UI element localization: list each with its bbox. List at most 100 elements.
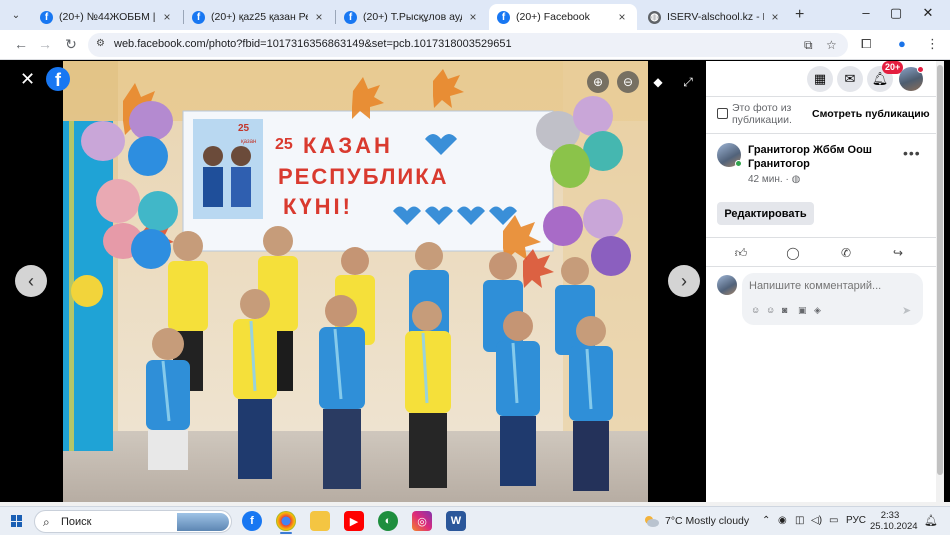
browser-toolbar: ← → ↻ ⚙ web.facebook.com/photo?fbid=1017… <box>0 30 950 60</box>
banner-small-number: 25 <box>238 123 250 134</box>
view-post-link[interactable]: Смотреть публикацию <box>812 108 930 120</box>
divider <box>706 266 936 267</box>
panel-scrollbar[interactable] <box>936 61 944 502</box>
close-tab-icon[interactable]: × <box>615 10 629 24</box>
cloudy-weather-icon[interactable] <box>643 514 659 528</box>
scrollbar-thumb[interactable] <box>937 65 943 475</box>
close-window-button[interactable]: ✕ <box>918 5 938 21</box>
close-tab-icon[interactable]: × <box>312 10 326 24</box>
forward-icon[interactable]: → <box>36 36 54 52</box>
extensions-icon[interactable]: ⧠ <box>861 36 871 52</box>
taskbar-search-box[interactable]: ⌕ Поиск <box>34 510 232 533</box>
messenger-icon[interactable]: ✉ <box>837 66 863 92</box>
photo-from-post-text: Это фото из публикации. <box>732 102 792 126</box>
whatsapp-share-icon[interactable]: ✆ <box>839 246 853 260</box>
facebook-app-icon[interactable]: f <box>242 511 262 531</box>
edit-button[interactable]: Редактировать <box>717 202 814 225</box>
divider <box>706 96 936 97</box>
post-options-icon[interactable]: ••• <box>903 145 921 161</box>
browser-tab[interactable]: ◍ ISERV-alschool.kz - Панель × <box>640 4 790 30</box>
sticker-icon[interactable]: ☺ <box>751 305 760 315</box>
browser-tab[interactable]: f (20+) №44ЖОББМ | Facebo × <box>32 4 182 30</box>
divider <box>706 133 936 134</box>
windows-start-icon[interactable] <box>11 515 23 527</box>
share-icon[interactable]: ↪ <box>891 246 905 260</box>
gif-icon[interactable]: ▣ <box>798 305 807 316</box>
close-tab-icon[interactable]: × <box>466 10 480 24</box>
audience-globe-icon: ◍ <box>791 174 801 185</box>
divider <box>706 237 936 238</box>
browser-tab[interactable]: f (20+) қаz25 қазан Республи × <box>184 4 334 30</box>
file-explorer-icon[interactable] <box>310 511 330 531</box>
clock-time: 2:33 <box>880 510 900 521</box>
banner-small-label: қазан <box>241 139 256 145</box>
new-tab-button[interactable]: + <box>795 6 804 24</box>
notification-center-icon[interactable]: 🔔︎ <box>924 514 938 527</box>
youtube-app-icon[interactable]: ▶ <box>344 511 364 531</box>
battery-icon[interactable]: ▭ <box>829 515 838 526</box>
photo-viewer: 25 қазан 25 КАЗАН РЕСПУБЛИКА КҮНІ! ✕ f ⊕… <box>6 61 706 502</box>
send-comment-icon[interactable]: ➤ <box>902 304 911 317</box>
facebook-icon: f <box>192 10 205 24</box>
tab-title: (20+) Т.Рысқұлов ауданың <box>363 11 462 23</box>
close-tab-icon[interactable]: × <box>768 10 782 24</box>
browser-tab[interactable]: f (20+) Т.Рысқұлов ауданың × <box>336 4 488 30</box>
close-tab-icon[interactable]: × <box>160 10 174 24</box>
photos-app-icon[interactable]: ◐ <box>378 511 398 531</box>
like-icon[interactable]: 👍︎ <box>734 246 748 260</box>
fullscreen-icon[interactable]: ⤢ <box>677 71 699 93</box>
comment-composer[interactable]: ☺ ☺ ◙ ▣ ◈ ➤ <box>742 273 923 325</box>
minimize-button[interactable]: – <box>856 5 876 20</box>
menu-grid-icon[interactable]: ▦ <box>807 66 833 92</box>
banner-number: 25 <box>275 136 293 153</box>
weather-text[interactable]: 7°C Mostly cloudy <box>665 515 749 527</box>
facebook-icon: f <box>40 10 53 24</box>
bookmark-star-icon[interactable]: ☆ <box>826 38 837 52</box>
next-photo-button[interactable]: › <box>668 265 700 297</box>
profile-icon[interactable]: ● <box>898 36 906 51</box>
commenter-avatar <box>717 275 737 295</box>
reload-icon[interactable]: ↻ <box>62 36 80 53</box>
site-info-icon[interactable]: ⚙ <box>96 38 108 50</box>
zoom-in-icon[interactable]: ⊕ <box>587 71 609 93</box>
close-viewer-icon[interactable]: ✕ <box>20 69 35 90</box>
tag-icon[interactable]: ◆ <box>647 71 669 93</box>
previous-photo-button[interactable]: ‹ <box>15 265 47 297</box>
chrome-app-icon[interactable] <box>276 511 296 534</box>
url-text[interactable]: web.facebook.com/photo?fbid=101731635686… <box>114 38 512 50</box>
banner-line-3: КҮНІ! <box>283 194 353 219</box>
browser-menu-icon[interactable]: ⋮ <box>926 36 939 52</box>
network-icon[interactable]: ◫ <box>795 515 804 526</box>
facebook-icon: f <box>344 10 357 24</box>
word-app-icon[interactable]: W <box>446 511 466 531</box>
back-icon[interactable]: ← <box>12 36 30 52</box>
address-bar[interactable]: ⚙ web.facebook.com/photo?fbid=1017316356… <box>88 33 848 57</box>
tab-strip: ⌄ f (20+) №44ЖОББМ | Facebo × f (20+) қа… <box>0 0 950 30</box>
install-app-icon[interactable]: ⧉ <box>804 38 813 53</box>
tab-search-icon[interactable]: ⌄ <box>8 7 24 23</box>
instagram-app-icon[interactable]: ◎ <box>412 511 432 531</box>
post-timestamp[interactable]: 42 мин. · ◍ <box>748 174 800 185</box>
facebook-icon: f <box>497 10 510 24</box>
search-label: Поиск <box>61 516 92 528</box>
maximize-button[interactable]: ▢ <box>886 5 906 21</box>
tray-overflow-icon[interactable]: ⌃ <box>762 515 770 526</box>
language-indicator[interactable]: РУС <box>846 515 866 526</box>
search-icon: ⌕ <box>43 515 50 529</box>
avatar-sticker-icon[interactable]: ◈ <box>814 305 821 316</box>
post-photo[interactable]: 25 қазан 25 КАЗАН РЕСПУБЛИКА КҮНІ! <box>63 61 648 502</box>
post-info-icon <box>717 108 728 119</box>
comment-input[interactable] <box>749 280 919 292</box>
zoom-out-icon[interactable]: ⊖ <box>617 71 639 93</box>
browser-tab-active[interactable]: f (20+) Facebook × <box>489 4 637 30</box>
facebook-logo-icon[interactable]: f <box>46 67 70 91</box>
tab-title: (20+) №44ЖОББМ | Facebo <box>59 11 156 23</box>
banner-line-1: КАЗАН <box>303 133 393 158</box>
copilot-icon[interactable]: ◉ <box>778 515 787 526</box>
comment-icon[interactable]: ◯ <box>786 246 800 260</box>
camera-icon[interactable]: ◙ <box>782 305 787 315</box>
emoji-icon[interactable]: ☺ <box>766 305 775 315</box>
author-name-link[interactable]: Гранитогор Жббм Оош Гранитогор <box>748 143 898 171</box>
volume-icon[interactable]: ◁) <box>811 515 822 526</box>
system-clock[interactable]: 2:33 25.10.2024 <box>870 510 918 532</box>
